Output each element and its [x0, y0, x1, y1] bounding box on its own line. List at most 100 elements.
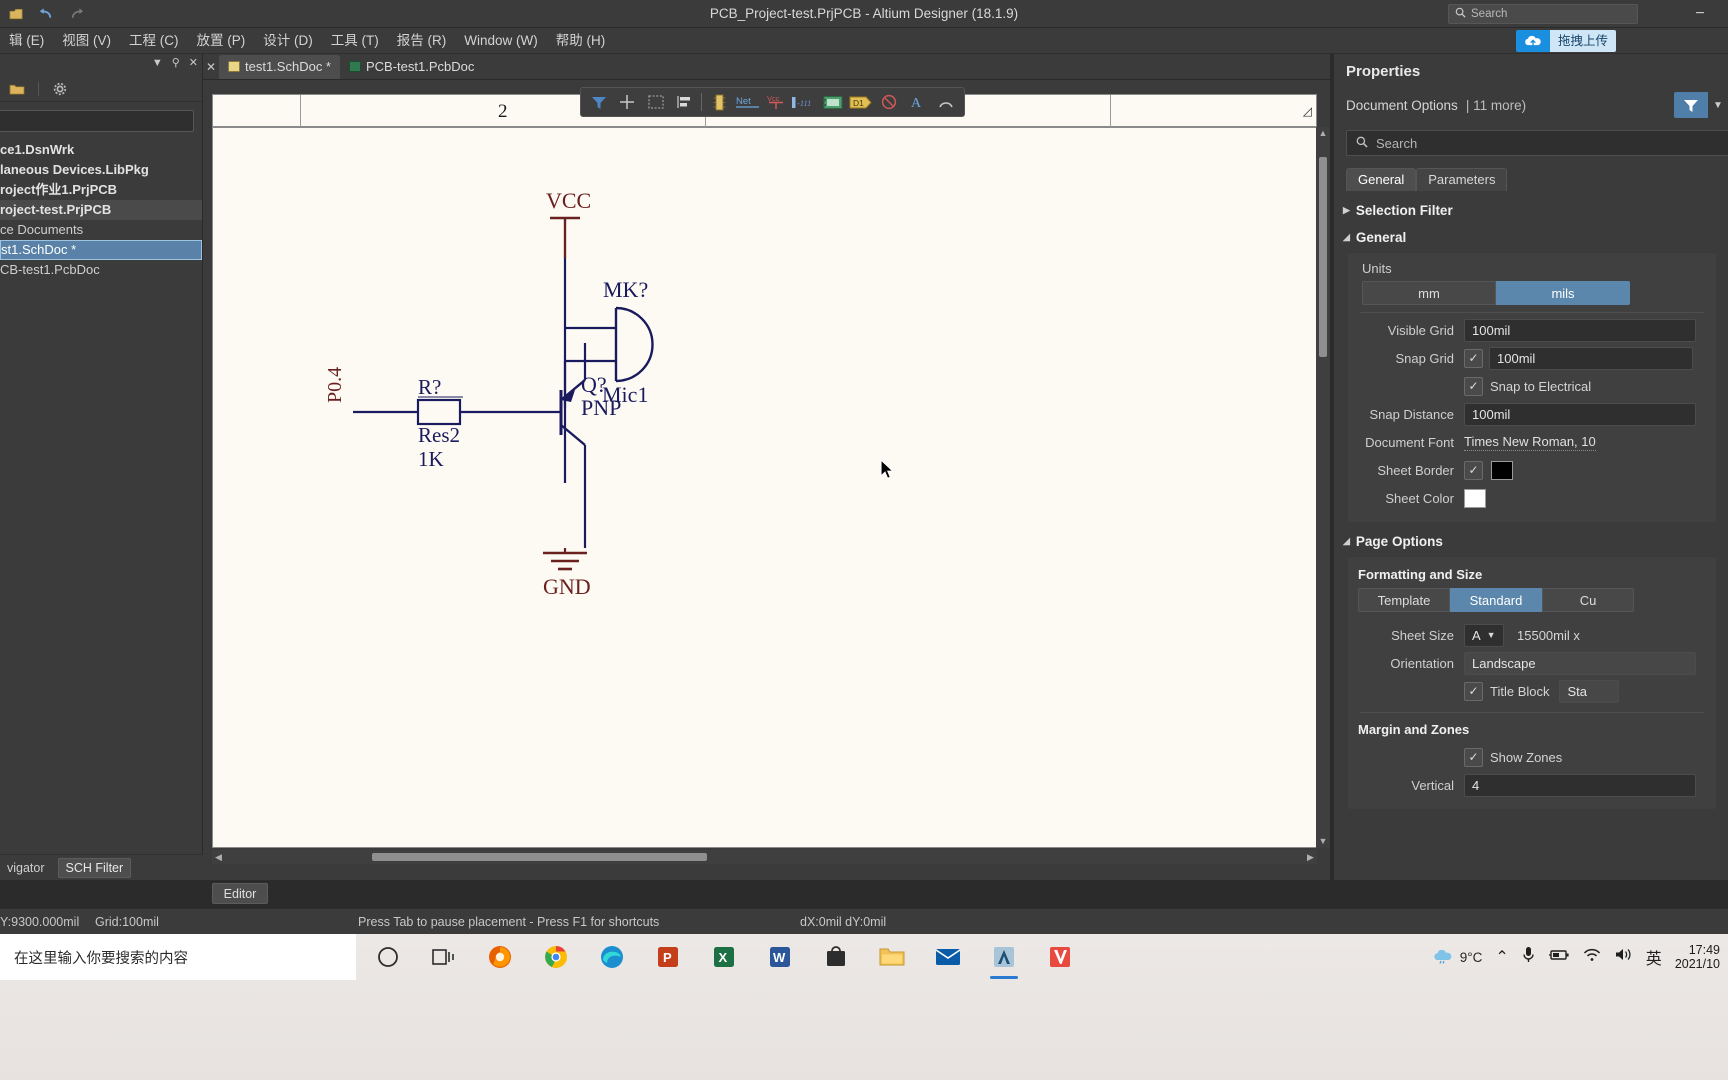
menu-item-window[interactable]: Window (W) [455, 28, 547, 54]
tree-item-libpkg[interactable]: laneous Devices.LibPkg [0, 160, 202, 180]
mail-icon[interactable] [920, 934, 976, 980]
taskbar-search-input[interactable]: 在这里输入你要搜索的内容 [0, 934, 356, 980]
menu-item-reports[interactable]: 报告 (R) [388, 28, 456, 54]
tab-sch-filter[interactable]: SCH Filter [57, 857, 132, 878]
drag-upload-button[interactable]: 拖拽上传 [1515, 30, 1616, 52]
menu-item-tools[interactable]: 工具 (T) [322, 28, 388, 54]
tab-general[interactable]: General [1346, 168, 1417, 191]
word-icon[interactable]: W [752, 934, 808, 980]
firefox-icon[interactable] [472, 934, 528, 980]
place-sheet-symbol-icon[interactable] [818, 89, 846, 115]
tab-parameters[interactable]: Parameters [1416, 168, 1508, 191]
chevron-down-icon[interactable]: ▼ [1708, 92, 1728, 118]
section-page-options[interactable]: ◢ Page Options [1343, 534, 1728, 549]
menu-item-help[interactable]: 帮助 (H) [547, 28, 615, 54]
place-no-erc-icon[interactable] [875, 89, 903, 115]
minimize-icon[interactable]: − [1680, 0, 1720, 28]
units-option-mm[interactable]: mm [1362, 281, 1496, 305]
chevron-up-icon[interactable]: ⌃ [1495, 947, 1508, 967]
place-power-port-icon[interactable]: Vcc [762, 89, 790, 115]
edge-icon[interactable] [584, 934, 640, 980]
sheet-size-dropdown[interactable]: A ▼ [1464, 623, 1504, 647]
snap-grid-input[interactable]: 100mil [1489, 346, 1693, 370]
title-block-dropdown[interactable]: Sta [1559, 679, 1620, 703]
visible-grid-input[interactable]: 100mil [1464, 318, 1696, 342]
filter-icon[interactable] [585, 89, 613, 115]
sheet-border-checkbox[interactable]: ✓ [1464, 460, 1483, 480]
format-option-custom[interactable]: Cu [1542, 588, 1634, 612]
store-icon[interactable] [808, 934, 864, 980]
chevron-down-icon[interactable]: ▼ [152, 57, 163, 69]
tree-item-source-documents[interactable]: ce Documents [0, 220, 202, 240]
clock-widget[interactable]: 17:49 2021/10 [1675, 943, 1720, 972]
scroll-up-icon[interactable]: ▲ [1316, 127, 1330, 140]
snap-grid-checkbox[interactable]: ✓ [1464, 348, 1483, 368]
tab-pcb-test1-pcbdoc[interactable]: PCB-test1.PcbDoc [340, 55, 483, 79]
sheet-border-color-swatch[interactable] [1491, 460, 1513, 480]
chrome-icon[interactable] [528, 934, 584, 980]
section-general[interactable]: ◢ General [1343, 230, 1728, 245]
project-search-input[interactable] [0, 110, 194, 132]
place-port-icon[interactable]: -111 [790, 89, 818, 115]
menu-item-design[interactable]: 设计 (D) [254, 28, 322, 54]
snap-to-electrical-checkbox[interactable]: ✓ [1464, 376, 1483, 396]
tree-item-project-test[interactable]: roject-test.PrjPCB [0, 200, 202, 220]
pin-icon[interactable]: ⚲ [172, 56, 180, 69]
weather-widget[interactable]: 9°C [1432, 948, 1482, 967]
document-options-more[interactable]: | 11 more) [1466, 98, 1526, 113]
menu-item-view[interactable]: 视图 (V) [53, 28, 120, 54]
place-part-icon[interactable] [705, 89, 733, 115]
open-project-icon[interactable] [8, 80, 26, 98]
explorer-icon[interactable] [864, 934, 920, 980]
tree-item-project-zuoye[interactable]: roject作业1.PrjPCB [0, 180, 202, 200]
tab-test1-schdoc[interactable]: test1.SchDoc * [219, 54, 340, 79]
editor-tab[interactable]: Editor [212, 883, 268, 904]
sheet-color-swatch[interactable] [1464, 488, 1486, 508]
video-icon[interactable] [1032, 934, 1088, 980]
menu-item-project[interactable]: 工程 (C) [120, 28, 188, 54]
properties-search-input[interactable]: Search [1346, 130, 1728, 156]
task-view-icon[interactable] [416, 934, 472, 980]
align-icon[interactable] [670, 89, 698, 115]
document-font-value[interactable]: Times New Roman, 10 [1464, 434, 1596, 451]
battery-icon[interactable] [1548, 948, 1570, 967]
scroll-left-icon[interactable]: ◀ [212, 850, 225, 864]
menu-item-place[interactable]: 放置 (P) [188, 28, 255, 54]
gear-icon[interactable] [51, 80, 69, 98]
horizontal-scroll-thumb[interactable] [372, 853, 707, 861]
schematic-sheet[interactable]: VCC MK? Mic1 P0.4 R? Res2 1K Q? PNP GND [212, 127, 1317, 848]
wifi-icon[interactable] [1583, 948, 1601, 967]
microphone-icon[interactable] [1522, 946, 1535, 969]
global-search-box[interactable]: Search [1448, 4, 1638, 24]
ime-indicator[interactable]: 英 [1646, 945, 1662, 969]
tree-item-test1-schdoc[interactable]: st1.SchDoc * [0, 240, 202, 260]
vertical-input[interactable]: 4 [1464, 773, 1696, 797]
canvas-vertical-scrollbar[interactable]: ▲ ▼ [1316, 127, 1330, 848]
place-net-label-icon[interactable]: Net [734, 89, 762, 115]
place-arc-icon[interactable] [932, 89, 960, 115]
crosshair-icon[interactable] [613, 89, 641, 115]
orientation-dropdown[interactable]: Landscape [1464, 651, 1696, 675]
title-block-checkbox[interactable]: ✓ [1464, 681, 1483, 701]
close-icon[interactable]: ✕ [189, 56, 198, 69]
canvas-horizontal-scrollbar[interactable]: ◀ ▶ [212, 850, 1317, 864]
units-option-mils[interactable]: mils [1496, 281, 1630, 305]
tab-navigator[interactable]: vigator [0, 859, 52, 877]
tree-item-workspace[interactable]: ce1.DsnWrk [0, 140, 202, 160]
place-text-icon[interactable]: A [903, 89, 931, 115]
close-document-icon[interactable]: ✕ [203, 60, 219, 74]
show-zones-checkbox[interactable]: ✓ [1464, 747, 1483, 767]
tree-item-pcb-test1-pcbdoc[interactable]: CB-test1.PcbDoc [0, 260, 202, 280]
menu-item-edit[interactable]: 辑 (E) [0, 28, 53, 54]
altium-icon[interactable] [976, 934, 1032, 980]
scroll-right-icon[interactable]: ▶ [1304, 850, 1317, 864]
scroll-down-icon[interactable]: ▼ [1316, 835, 1330, 848]
vertical-scroll-thumb[interactable] [1319, 157, 1327, 357]
filter-icon[interactable] [1674, 92, 1708, 118]
select-area-icon[interactable] [642, 89, 670, 115]
format-option-template[interactable]: Template [1358, 588, 1450, 612]
snap-distance-input[interactable]: 100mil [1464, 402, 1696, 426]
powerpoint-icon[interactable]: P [640, 934, 696, 980]
cortana-icon[interactable] [360, 934, 416, 980]
excel-icon[interactable]: X [696, 934, 752, 980]
